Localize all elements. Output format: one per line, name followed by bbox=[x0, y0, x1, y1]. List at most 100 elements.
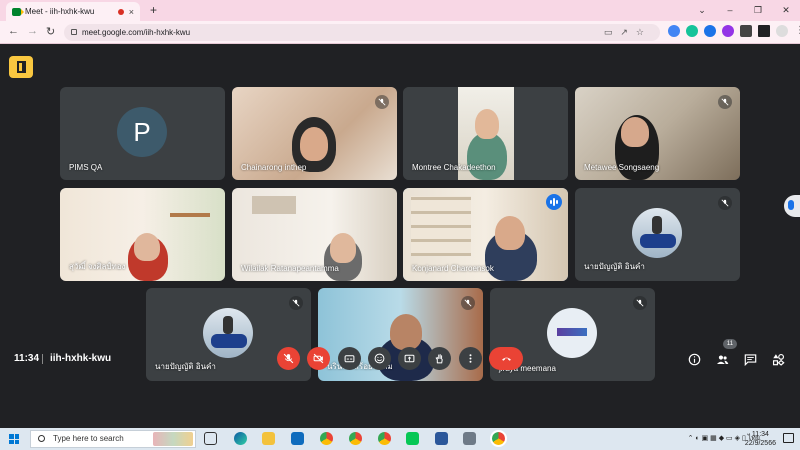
windows-start-icon[interactable] bbox=[9, 434, 19, 444]
participant-tile[interactable]: Metawee Songsaeng bbox=[575, 87, 740, 180]
windows-taskbar: Type here to search ⌃ ◐ ▣ ▦ ◆ ▭ ◈ ▯ ไทย … bbox=[0, 428, 800, 450]
participant-name: Montree Chakadeethon bbox=[412, 163, 496, 172]
avatar: P bbox=[117, 107, 167, 157]
avatar bbox=[547, 308, 597, 358]
meeting-code: iih-hxhk-kwu bbox=[50, 353, 112, 364]
person-silhouette bbox=[467, 132, 507, 180]
avatar bbox=[632, 208, 682, 258]
taskbar-search-box[interactable]: Type here to search bbox=[30, 430, 196, 448]
shelf-decor bbox=[170, 213, 210, 217]
word-icon[interactable] bbox=[435, 432, 448, 445]
taskbar-clock[interactable]: 11:34 22/9/2566 bbox=[745, 430, 776, 448]
search-icon bbox=[38, 435, 45, 442]
chrome-profile-icon[interactable] bbox=[349, 432, 362, 445]
extension-icons: ⋮ bbox=[668, 25, 800, 37]
people-button[interactable] bbox=[714, 351, 730, 367]
forward-arrow-icon[interactable]: → bbox=[27, 25, 38, 37]
rider-photo bbox=[652, 216, 662, 234]
taskbar-date: 22/9/2566 bbox=[744, 440, 776, 447]
profile-icon[interactable] bbox=[776, 25, 788, 37]
captions-button[interactable] bbox=[338, 347, 361, 370]
person-face bbox=[134, 233, 160, 261]
reactions-button[interactable] bbox=[368, 347, 391, 370]
chrome-icon[interactable] bbox=[320, 432, 333, 445]
leave-call-button[interactable] bbox=[489, 347, 523, 370]
meeting-info-badge[interactable] bbox=[9, 56, 33, 78]
person-face bbox=[621, 117, 649, 147]
minimize-button[interactable]: – bbox=[716, 0, 744, 21]
side-mic-handle[interactable] bbox=[784, 195, 800, 217]
reload-icon[interactable]: ↻ bbox=[46, 25, 55, 38]
more-options-button[interactable] bbox=[459, 347, 482, 370]
mic-off-icon bbox=[633, 296, 647, 310]
chat-button[interactable] bbox=[742, 351, 758, 367]
browser-tab-meet[interactable]: Meet - iih-hxhk-kwu × bbox=[6, 2, 140, 21]
extension-grammarly-icon[interactable] bbox=[686, 25, 698, 37]
extension-purple-icon[interactable] bbox=[722, 25, 734, 37]
activities-button[interactable] bbox=[770, 351, 786, 367]
task-view-icon[interactable] bbox=[204, 432, 217, 445]
raise-hand-button[interactable] bbox=[428, 347, 451, 370]
close-window-button[interactable]: ✕ bbox=[772, 0, 800, 21]
chrome-profile-2-icon[interactable] bbox=[378, 432, 391, 445]
mic-off-icon bbox=[283, 353, 294, 364]
meeting-details-button[interactable] bbox=[686, 351, 702, 367]
new-tab-button[interactable]: + bbox=[150, 3, 157, 17]
emoji-icon bbox=[374, 353, 385, 364]
extension-g-icon[interactable] bbox=[704, 25, 716, 37]
motorcycle-photo bbox=[211, 334, 247, 348]
participant-tile[interactable]: Wilailak Ratanapeantamma bbox=[232, 188, 397, 281]
participant-tile[interactable]: นายปัญญัติ อินคำ bbox=[575, 188, 740, 281]
side-panel-icon[interactable] bbox=[758, 25, 770, 37]
toggle-camera-button[interactable] bbox=[307, 347, 330, 370]
captions-icon bbox=[344, 355, 355, 363]
participant-tile[interactable]: สุวัฒิ์ จงศิลป์ทอง bbox=[60, 188, 225, 281]
file-explorer-icon[interactable] bbox=[262, 432, 275, 445]
hang-up-icon bbox=[501, 357, 511, 361]
more-vert-icon bbox=[469, 354, 472, 363]
edge-icon[interactable] bbox=[234, 432, 247, 445]
toggle-mic-button[interactable] bbox=[277, 347, 300, 370]
search-highlight-image bbox=[153, 432, 193, 446]
participant-tile-active[interactable]: Konjanard Charoensok bbox=[403, 188, 568, 281]
participant-tile[interactable]: Chainarong inthep bbox=[232, 87, 397, 180]
person-face bbox=[475, 109, 499, 139]
taskbar-time: 11:34 bbox=[751, 431, 769, 438]
chrome-active-icon[interactable] bbox=[490, 430, 507, 447]
person-face bbox=[300, 127, 328, 161]
mail-icon[interactable] bbox=[291, 432, 304, 445]
person-face bbox=[495, 216, 525, 250]
participant-name: Konjanard Charoensok bbox=[412, 264, 494, 273]
hand-icon bbox=[435, 354, 443, 364]
browser-menu-icon[interactable]: ⋮ bbox=[794, 25, 800, 37]
extensions-puzzle-icon[interactable] bbox=[740, 25, 752, 37]
line-app-icon[interactable] bbox=[406, 432, 419, 445]
extension-mic-icon[interactable] bbox=[668, 25, 680, 37]
participant-tile[interactable]: Montree Chakadeethon bbox=[403, 87, 568, 180]
present-screen-button[interactable] bbox=[398, 347, 421, 370]
chat-icon bbox=[744, 353, 756, 366]
participant-name: Wilailak Ratanapeantamma bbox=[241, 264, 339, 273]
recording-dot-icon bbox=[117, 8, 124, 15]
tab-close-icon[interactable]: × bbox=[129, 7, 134, 17]
calculator-icon[interactable] bbox=[463, 432, 476, 445]
people-count-badge: 11 bbox=[723, 339, 737, 349]
notifications-icon[interactable] bbox=[783, 433, 794, 443]
building-icon bbox=[16, 61, 26, 73]
present-icon bbox=[404, 354, 415, 363]
participant-tile[interactable]: P PIMS QA bbox=[60, 87, 225, 180]
camera-off-icon bbox=[313, 353, 324, 364]
bookshelf-decor bbox=[411, 196, 471, 256]
maximize-button[interactable]: ❐ bbox=[744, 0, 772, 21]
back-arrow-icon[interactable]: ← bbox=[8, 25, 19, 37]
divider bbox=[42, 354, 43, 364]
address-bar[interactable]: meet.google.com/iih-hxhk-kwu ▭↗☆ bbox=[64, 24, 660, 41]
participant-name: PIMS QA bbox=[69, 163, 103, 172]
browser-toolbar: ← → ↻ meet.google.com/iih-hxhk-kwu ▭↗☆ ⋮ bbox=[0, 21, 800, 44]
people-icon bbox=[716, 354, 728, 364]
participant-name: นายปัญญัติ อินคำ bbox=[584, 262, 645, 271]
tab-search-icon[interactable]: ⌄ bbox=[688, 0, 716, 21]
wall-frames bbox=[252, 196, 296, 214]
lock-icon bbox=[71, 29, 77, 35]
info-icon bbox=[688, 353, 700, 365]
